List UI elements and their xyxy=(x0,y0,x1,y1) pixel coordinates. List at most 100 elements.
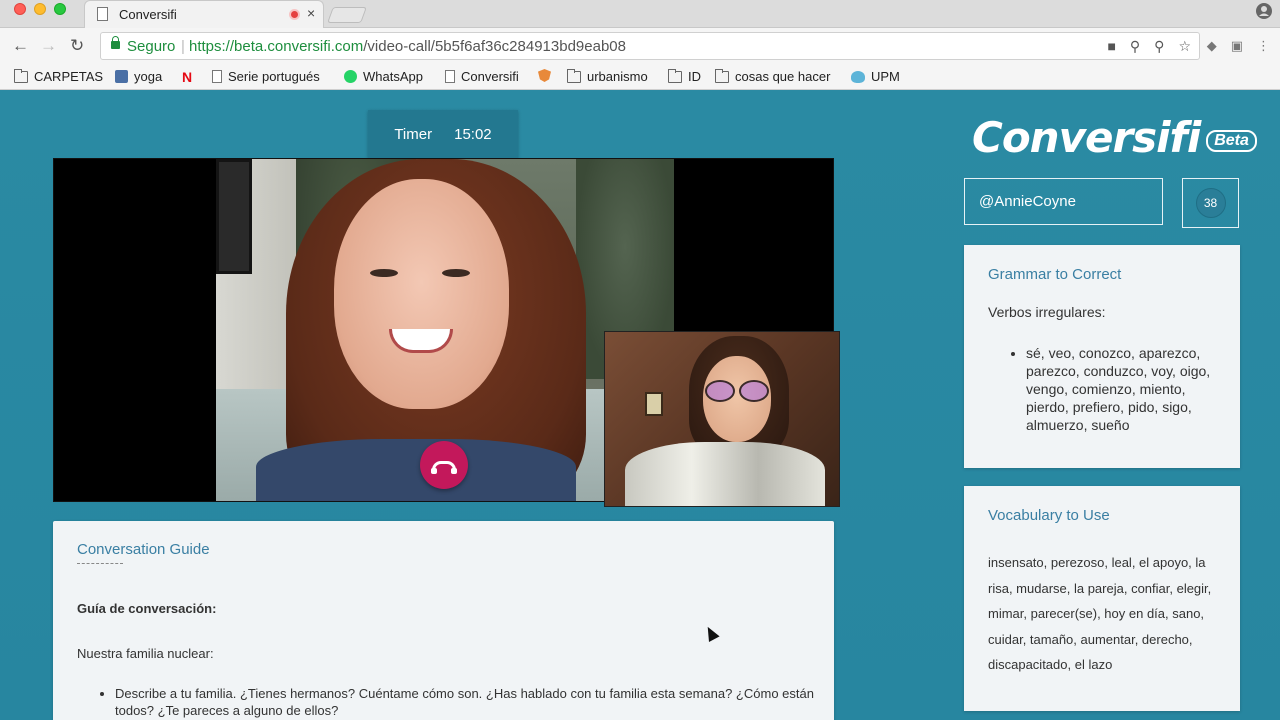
window-minimize-button[interactable] xyxy=(34,3,46,15)
upm-icon xyxy=(851,70,865,83)
document-icon xyxy=(445,70,455,83)
guide-heading: Guía de conversación: xyxy=(77,601,217,616)
remote-participant-shirt xyxy=(256,439,576,501)
timer-value: 15:02 xyxy=(454,125,492,143)
address-bar[interactable]: Seguro | https://beta.conversifi.com/vid… xyxy=(100,32,1200,60)
browser-tab[interactable]: Conversifi × xyxy=(84,0,324,28)
url-text[interactable]: https://beta.conversifi.com/video-call/5… xyxy=(189,38,626,55)
window-maximize-button[interactable] xyxy=(54,3,66,15)
bookmark-label: urbanismo xyxy=(587,69,648,84)
conversation-guide-title: Conversation Guide xyxy=(77,541,210,558)
grammar-list: sé, veo, conozco, aparezco, parezco, con… xyxy=(1026,344,1226,434)
extension-icon[interactable]: ◆ xyxy=(1207,38,1217,54)
timer: Timer 15:02 xyxy=(368,110,518,158)
bookmark-upm[interactable]: UPM xyxy=(851,69,900,84)
bookmark-urbanismo[interactable]: urbanismo xyxy=(567,68,648,84)
smile xyxy=(389,329,453,353)
eye xyxy=(442,269,470,277)
whatsapp-icon xyxy=(344,70,357,83)
bookmark-label: cosas que hacer xyxy=(735,69,831,84)
bookmark-label: Serie portugués xyxy=(228,69,320,84)
star-icon[interactable]: ☆ xyxy=(1178,38,1191,55)
folder-icon xyxy=(567,68,581,83)
netflix-icon: N xyxy=(182,69,193,85)
conversifi-logo: Conversifi Beta xyxy=(972,113,1257,162)
grammar-title: Grammar to Correct xyxy=(988,266,1122,283)
bookmark-shield[interactable] xyxy=(538,69,551,82)
browser-tab-bar: Conversifi × xyxy=(0,0,1280,28)
self-participant-shirt xyxy=(625,442,825,506)
bookmark-whatsapp[interactable]: WhatsApp xyxy=(344,69,423,84)
bookmark-label: Conversifi xyxy=(461,69,519,84)
bookmark-serie-portugues[interactable]: Serie portugués xyxy=(212,69,320,84)
folder-icon xyxy=(14,68,28,83)
logo-text: Conversifi xyxy=(972,113,1201,162)
video-background-frame xyxy=(645,392,663,416)
vocabulary-text: insensato, perezoso, leal, el apoyo, la … xyxy=(988,555,1212,672)
extension-icons: ◆ ▣ ⋮ xyxy=(1207,38,1270,54)
phone-hangup-icon xyxy=(431,460,457,474)
new-tab-button[interactable] xyxy=(327,7,367,23)
secure-label: Seguro xyxy=(127,38,176,55)
shield-icon xyxy=(538,69,551,82)
app-area: Timer 15:02 Conversation Guide Guía de c… xyxy=(0,91,1280,720)
bookmark-yoga[interactable]: yoga xyxy=(115,69,162,84)
reload-icon[interactable]: ↻ xyxy=(70,37,84,54)
back-arrow-icon[interactable]: ← xyxy=(12,37,29,54)
remote-participant-face xyxy=(334,179,509,409)
hang-up-button[interactable] xyxy=(420,441,468,489)
camera-icon[interactable]: ■ xyxy=(1107,38,1115,55)
bookmark-carpetas[interactable]: CARPETAS xyxy=(14,68,104,84)
recording-icon xyxy=(289,9,300,20)
tab-close-button[interactable]: × xyxy=(307,5,315,21)
bookmark-label: CARPETAS xyxy=(34,69,104,84)
bookmark-cosas-que-hacer[interactable]: cosas que hacer xyxy=(715,68,831,84)
beta-badge: Beta xyxy=(1206,129,1257,152)
title-underline xyxy=(77,563,123,564)
lock-icon xyxy=(111,36,120,49)
self-video xyxy=(604,331,840,507)
browser-toolbar: ← → ↻ Seguro | https://beta.conversifi.c… xyxy=(0,28,1280,64)
video-background-frame xyxy=(216,159,252,274)
zoom-icon[interactable]: ⚲ xyxy=(1154,38,1164,55)
list-item: Describe a tu familia. ¿Tienes hermanos?… xyxy=(115,685,815,719)
guide-subheading: Nuestra familia nuclear: xyxy=(77,646,214,661)
url-path: /video-call/5b5f6af36c284913bd9eab08 xyxy=(363,38,626,55)
folder-icon xyxy=(668,68,682,83)
count-badge: 38 xyxy=(1195,188,1226,218)
username-display: @AnnieCoyne xyxy=(964,178,1163,225)
count-box: 38 xyxy=(1182,178,1239,228)
folder-icon xyxy=(715,68,729,83)
key-icon[interactable]: ⚲ xyxy=(1130,38,1140,55)
bookmark-conversifi[interactable]: Conversifi xyxy=(445,69,519,84)
bookmark-label: WhatsApp xyxy=(363,69,423,84)
url-host: https://beta.conversifi.com xyxy=(189,38,364,55)
timer-label: Timer xyxy=(394,125,433,143)
bookmark-id[interactable]: ID xyxy=(668,68,701,84)
bookmarks-bar: CARPETAS yoga N Serie portugués WhatsApp… xyxy=(0,64,1280,90)
tab-title: Conversifi xyxy=(119,7,177,22)
document-icon xyxy=(97,7,108,21)
grammar-subtitle: Verbos irregulares: xyxy=(988,304,1106,320)
window-close-button[interactable] xyxy=(14,3,26,15)
extension-icon[interactable]: ▣ xyxy=(1231,38,1243,54)
vocabulary-card: Vocabulary to Use insensato, perezoso, l… xyxy=(964,486,1240,711)
bookmark-label: UPM xyxy=(871,69,900,84)
vocabulary-title: Vocabulary to Use xyxy=(988,507,1110,524)
bookmark-netflix[interactable]: N xyxy=(182,69,193,85)
conversation-guide-card: Conversation Guide Guía de conversación:… xyxy=(53,521,834,720)
document-icon xyxy=(212,70,222,83)
eye xyxy=(370,269,398,277)
guide-question-list: Describe a tu familia. ¿Tienes hermanos?… xyxy=(115,685,815,719)
grammar-card: Grammar to Correct Verbos irregulares: s… xyxy=(964,245,1240,468)
bookmark-label: yoga xyxy=(134,69,163,84)
profile-icon[interactable] xyxy=(1256,3,1272,19)
list-item: sé, veo, conozco, aparezco, parezco, con… xyxy=(1026,344,1226,434)
forward-arrow-icon[interactable]: → xyxy=(40,37,57,54)
address-separator: | xyxy=(181,38,185,55)
bookmark-label: ID xyxy=(688,69,701,84)
omnibox-icons: ■ ⚲ ⚲ ☆ xyxy=(1107,38,1191,55)
menu-icon[interactable]: ⋮ xyxy=(1257,38,1270,54)
glasses xyxy=(705,380,769,402)
yoga-icon xyxy=(115,70,128,83)
